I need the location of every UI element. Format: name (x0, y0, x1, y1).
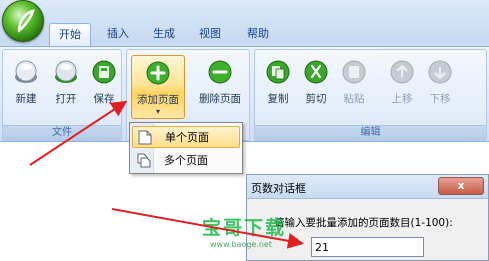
save-button[interactable]: 保存 (83, 55, 125, 119)
new-orb-icon (15, 60, 37, 83)
copy-icon (266, 60, 290, 84)
open-button[interactable]: 打开 (45, 55, 87, 119)
copy-button-label: 复制 (267, 93, 289, 105)
paste-button[interactable]: 粘贴 (333, 55, 375, 119)
cut-button-label: 剪切 (305, 93, 327, 105)
save-orb-icon (92, 60, 116, 84)
add-page-dropdown-menu: 单个页面 多个页面 (129, 122, 243, 174)
add-page-button[interactable]: 添加页面 ▾ (131, 55, 185, 119)
file-group-label: 文件 (3, 125, 121, 140)
multiple-pages-icon (137, 153, 151, 168)
app-logo-icon (17, 9, 35, 33)
move-down-button-label: 下移 (429, 93, 451, 105)
dialog-title: 页数对话框 (251, 182, 306, 195)
add-page-dropdown-arrow[interactable]: ▾ (132, 108, 184, 116)
menu-item-multiple-pages-label: 多个页面 (164, 154, 208, 167)
new-button[interactable]: 新建 (5, 55, 47, 119)
save-button-label: 保存 (93, 93, 115, 105)
tab-insert[interactable]: 插入 (100, 23, 136, 46)
move-up-icon (390, 60, 414, 84)
ribbon-group-edit: 复制 剪切 粘贴 上移 下移 编辑 (254, 49, 487, 141)
single-page-icon (138, 130, 152, 145)
title-bar: 开始 插入 生成 视图 帮助 (0, 0, 489, 46)
dialog-close-button[interactable]: x (438, 177, 484, 195)
tab-help[interactable]: 帮助 (240, 23, 276, 46)
move-up-button-label: 上移 (391, 93, 413, 105)
tab-home[interactable]: 开始 (49, 23, 91, 46)
edit-group-label: 编辑 (255, 125, 486, 140)
move-down-icon (428, 60, 452, 84)
ribbon: 新建 打开 保存 文件 添加页面 ▾ 删除页面 复制 剪切 粘贴 上移 下移 编… (0, 46, 489, 142)
paste-button-label: 粘贴 (343, 93, 365, 105)
new-button-label: 新建 (15, 93, 37, 105)
add-page-icon (146, 61, 170, 85)
page-count-input[interactable] (311, 237, 424, 257)
tab-generate[interactable]: 生成 (146, 23, 182, 46)
open-orb-icon (55, 60, 77, 83)
application-menu-button[interactable] (2, 0, 44, 42)
move-up-button[interactable]: 上移 (381, 55, 423, 119)
copy-button[interactable]: 复制 (257, 55, 299, 119)
delete-page-button[interactable]: 删除页面 (193, 55, 247, 119)
ribbon-group-file: 新建 打开 保存 文件 (2, 49, 122, 141)
move-down-button[interactable]: 下移 (419, 55, 461, 119)
cut-button[interactable]: 剪切 (295, 55, 337, 119)
menu-item-multiple-pages[interactable]: 多个页面 (132, 150, 240, 172)
dialog-prompt: 请输入要批量添加的页面数目(1-100): (274, 217, 453, 229)
cut-icon (304, 60, 328, 84)
tab-view[interactable]: 视图 (192, 23, 228, 46)
delete-page-label: 删除页面 (199, 93, 241, 105)
add-page-label: 添加页面 (137, 94, 179, 106)
dialog-title-bar: 页数对话框 x (247, 175, 488, 199)
menu-item-single-page[interactable]: 单个页面 (132, 126, 240, 148)
open-button-label: 打开 (55, 93, 77, 105)
page-count-dialog: 页数对话框 x 请输入要批量添加的页面数目(1-100): (246, 174, 489, 261)
menu-item-single-page-label: 单个页面 (165, 131, 209, 144)
delete-page-icon (208, 60, 232, 84)
paste-icon (342, 60, 366, 84)
